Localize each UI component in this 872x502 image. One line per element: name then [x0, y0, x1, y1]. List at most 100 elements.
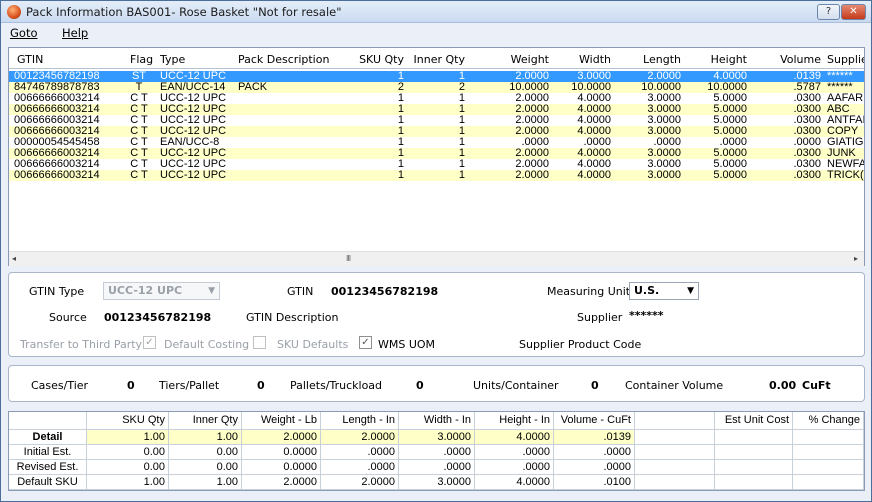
pallets-truckload-value: 0 [416, 379, 424, 392]
units-container-label: Units/Container [473, 379, 559, 392]
cell-flag: C T [130, 104, 148, 115]
wms-uom-checkbox[interactable]: ✓ [359, 336, 372, 349]
container-volume-value: 0.00 [769, 379, 797, 392]
title-bar: Pack Information BAS001- Rose Basket "No… [1, 1, 871, 23]
cell-sku-qty: 2 [397, 82, 404, 93]
default-costing-checkbox[interactable]: ✓ [143, 336, 156, 349]
cases-tier-label: Cases/Tier [31, 379, 89, 392]
cell-weight: 2.0000 [515, 115, 549, 126]
summary-cell-weight-lb[interactable]: 2.0000 [242, 430, 321, 445]
cell-gtin: 00666666003214 [14, 126, 100, 137]
cell-volume: .0300 [793, 104, 821, 115]
grid-row[interactable]: 00666666003214 C T UCC-12 UPC 1 1 2.0000 4.000… [9, 148, 864, 159]
scroll-thumb-grip-icon[interactable]: III [346, 254, 351, 263]
summary-col-pct-change: % Change [793, 412, 864, 430]
cell-weight: .0000 [521, 137, 549, 148]
summary-col-volume-cuft: Volume - CuFt [554, 412, 635, 430]
cell-supplier: ABC [827, 104, 850, 115]
cell-supplier: ****** [827, 82, 853, 93]
cell-gtin: 00000054545458 [14, 137, 100, 148]
col-flag[interactable]: Flag [130, 53, 153, 66]
cell-length: 3.0000 [647, 115, 681, 126]
cell-width: 10.0000 [571, 82, 611, 93]
cell-type: UCC-12 UPC [160, 93, 227, 104]
grid-row[interactable]: 00000054545458 C T EAN/UCC-8 1 1 .0000 .0000 .0… [9, 137, 864, 148]
grid-header: GTIN Flag Type Pack Description SKU Qty … [9, 48, 864, 69]
grid-row[interactable]: 00666666003214 C T UCC-12 UPC 1 1 2.0000 4.000… [9, 170, 864, 181]
cell-length: 3.0000 [647, 93, 681, 104]
col-pack-description[interactable]: Pack Description [238, 53, 329, 66]
gtin-grid[interactable]: GTIN Flag Type Pack Description SKU Qty … [8, 47, 865, 266]
cell-width: 4.0000 [577, 104, 611, 115]
cell-width: 4.0000 [577, 93, 611, 104]
cell-width: 4.0000 [577, 148, 611, 159]
grid-row[interactable]: 00666666003214 C T UCC-12 UPC 1 1 2.0000 4.000… [9, 104, 864, 115]
grid-row[interactable]: 00666666003214 C T UCC-12 UPC 1 1 2.0000 4.000… [9, 159, 864, 170]
grid-row[interactable]: 84746789878783 T EAN/UCC-14 PACK 2 2 10.0000 10… [9, 82, 864, 93]
summary-cell-length-in[interactable]: 2.0000 [321, 430, 399, 445]
cell-type: EAN/UCC-8 [160, 137, 220, 148]
summary-cell-length-in: 2.0000 [321, 475, 399, 490]
gtin-details-panel: GTIN Type UCC-12 UPC ▼ GTIN 001234567821… [8, 272, 865, 357]
cell-height: 5.0000 [713, 126, 747, 137]
summary-cell-volume-cuft[interactable]: .0139 [554, 430, 635, 445]
summary-cell-height-in: .0000 [475, 460, 554, 475]
cell-length: .0000 [653, 137, 681, 148]
col-length[interactable]: Length [619, 53, 681, 66]
cell-supplier: JUNK [827, 148, 856, 159]
measuring-units-value: U.S. [634, 284, 660, 297]
col-type[interactable]: Type [160, 53, 185, 66]
summary-col-height-in: Height - In [475, 412, 554, 430]
col-width[interactable]: Width [549, 53, 611, 66]
close-button[interactable]: ✕ [841, 4, 866, 20]
sku-defaults-checkbox[interactable] [253, 336, 266, 349]
gtin-type-select[interactable]: UCC-12 UPC ▼ [103, 282, 220, 300]
app-icon [7, 5, 21, 19]
summary-col-weight-lb: Weight - Lb [242, 412, 321, 430]
gtin-type-label: GTIN Type [29, 285, 85, 298]
col-volume[interactable]: Volume [757, 53, 821, 66]
scroll-left-icon[interactable]: ◂ [12, 254, 16, 263]
summary-cell-height-in[interactable]: 4.0000 [475, 430, 554, 445]
col-gtin[interactable]: GTIN [17, 53, 43, 66]
help-button[interactable]: ? [817, 4, 840, 20]
sku-defaults-label: SKU Defaults [277, 338, 349, 351]
summary-cell-width-in[interactable]: 3.0000 [399, 430, 475, 445]
cases-tier-value: 0 [127, 379, 135, 392]
cell-sku-qty: 1 [397, 104, 404, 115]
grid-row[interactable]: 00666666003214 C T UCC-12 UPC 1 1 2.0000 4.000… [9, 126, 864, 137]
summary-row-label: Detail [9, 430, 87, 445]
cell-weight: 2.0000 [515, 159, 549, 170]
cell-weight: 2.0000 [515, 148, 549, 159]
grid-row[interactable]: 00666666003214 C T UCC-12 UPC 1 1 2.0000 4.000… [9, 93, 864, 104]
cell-width: .0000 [583, 137, 611, 148]
summary-cell-sku-qty[interactable]: 1.00 [87, 430, 169, 445]
cell-supplier: TRICK( [827, 170, 864, 181]
cell-supplier: COPY [827, 126, 859, 137]
horizontal-scrollbar[interactable]: ◂ III ▸ [9, 251, 864, 266]
cell-length: 3.0000 [647, 126, 681, 137]
menu-goto-label: Goto [10, 26, 38, 40]
cell-volume: .0300 [793, 93, 821, 104]
grid-row[interactable]: 00666666003214 C T UCC-12 UPC 1 1 2.0000 4.000… [9, 115, 864, 126]
menu-goto[interactable]: Goto [10, 26, 38, 40]
col-supplier[interactable]: Supplie [827, 53, 864, 66]
menu-help[interactable]: Help [62, 26, 88, 40]
grid-row[interactable]: 00123456782198 ST UCC-12 UPC 1 1 2.0000 3.0000… [9, 71, 864, 82]
col-height[interactable]: Height [689, 53, 747, 66]
col-weight[interactable]: Weight [479, 53, 549, 66]
col-inner-qty[interactable]: Inner Qty [409, 53, 465, 66]
summary-cell-weight-lb: 0.0000 [242, 460, 321, 475]
wms-uom-label: WMS UOM [378, 338, 436, 351]
cell-sku-qty: 1 [397, 126, 404, 137]
scroll-right-icon[interactable]: ▸ [854, 254, 858, 263]
cell-type: UCC-12 UPC [160, 126, 227, 137]
summary-cell-height-in: 4.0000 [475, 475, 554, 490]
col-sku-qty[interactable]: SKU Qty [334, 53, 404, 66]
measuring-units-select[interactable]: U.S. ▼ [629, 282, 699, 300]
cell-gtin: 00123456782198 [14, 71, 100, 82]
summary-cell-inner-qty[interactable]: 1.00 [169, 430, 242, 445]
cell-inner-qty: 1 [458, 93, 465, 104]
cell-gtin: 00666666003214 [14, 159, 100, 170]
cell-volume: .0300 [793, 170, 821, 181]
